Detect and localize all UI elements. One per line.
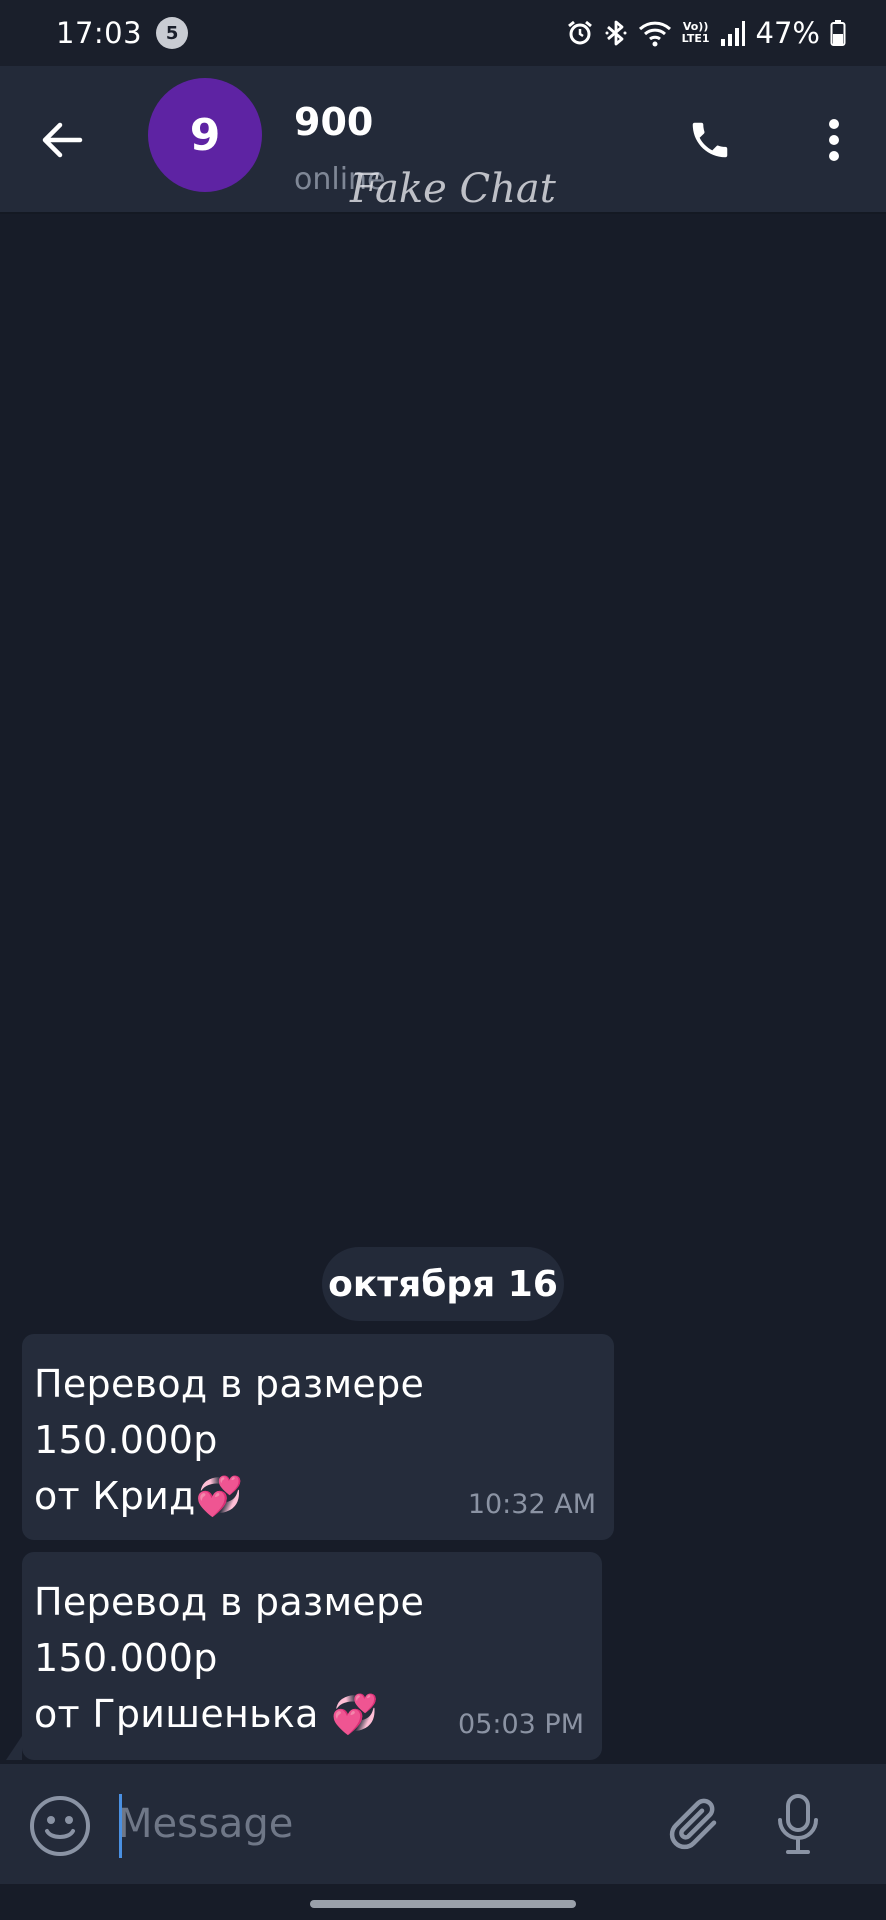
message-time: 10:32 AM	[467, 1489, 596, 1520]
status-bar-left: 17:03 5	[56, 16, 189, 50]
contact-status: online	[294, 162, 386, 197]
signal-icon	[720, 15, 746, 51]
battery-icon	[830, 15, 846, 51]
notification-count-badge: 5	[156, 17, 189, 49]
message-bubble[interactable]: Перевод в размере 150.000р от Гришенька …	[22, 1552, 602, 1760]
status-time: 17:03	[56, 16, 143, 50]
paperclip-icon	[669, 1798, 717, 1850]
attach-button[interactable]	[662, 1792, 726, 1856]
message-line: Перевод в размере 150.000р	[34, 1580, 425, 1680]
wifi-icon	[638, 15, 672, 51]
message-input-bar	[0, 1764, 886, 1884]
arrow-left-icon	[42, 122, 83, 158]
smiley-face-icon	[30, 1796, 90, 1856]
bubble-tail	[6, 1736, 22, 1760]
microphone-icon	[778, 1794, 818, 1854]
call-button[interactable]	[684, 114, 736, 166]
phone-icon	[692, 122, 728, 158]
message-input[interactable]	[118, 1786, 638, 1862]
avatar[interactable]: 9	[148, 78, 262, 192]
bluetooth-icon	[604, 15, 628, 51]
volte-lte-icon: Vo)) LTE1	[682, 15, 710, 51]
battery-percent: 47%	[755, 16, 820, 50]
message-time: 05:03 PM	[458, 1709, 584, 1740]
microphone-button[interactable]	[766, 1792, 830, 1856]
message-bubble[interactable]: Перевод в размере 150.000р от Крид💞 10:3…	[22, 1334, 614, 1540]
more-options-button[interactable]	[808, 114, 860, 166]
chat-header: 9 900 online Fake Chat	[0, 66, 886, 214]
chat-screen: 17:03 5 Vo)) LTE1 47% 9 900 online Fake …	[0, 0, 886, 1920]
home-indicator[interactable]	[310, 1900, 576, 1908]
back-button[interactable]	[36, 114, 88, 166]
vertical-dots-icon	[829, 119, 839, 161]
emoji-button[interactable]	[28, 1794, 92, 1858]
date-separator: октября 16	[322, 1247, 564, 1321]
message-line: Перевод в размере 150.000р	[34, 1362, 425, 1462]
status-bar-right: Vo)) LTE1 47%	[566, 15, 846, 51]
alarm-icon	[566, 15, 594, 51]
contact-name[interactable]: 900	[294, 100, 373, 144]
network-label-bottom: LTE1	[681, 32, 710, 45]
navigation-bar	[0, 1884, 886, 1920]
text-cursor	[119, 1794, 122, 1858]
status-bar: 17:03 5 Vo)) LTE1 47%	[0, 0, 886, 66]
